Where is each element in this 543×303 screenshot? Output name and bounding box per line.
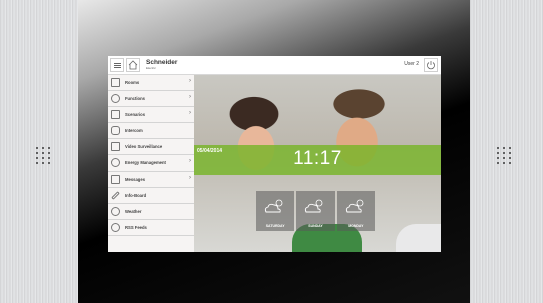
home-button[interactable] <box>126 58 140 72</box>
sidebar-item-label: Rooms <box>125 80 140 85</box>
sidebar-item-energy-management[interactable]: Energy Management › <box>108 155 194 172</box>
home-icon <box>128 60 138 70</box>
sidebar-item-label: Intercom <box>125 128 143 134</box>
sidebar-item-label: RSS Feeds <box>125 224 147 230</box>
envelope-icon <box>111 174 120 184</box>
sidebar-item-weather[interactable]: Weather <box>108 204 194 220</box>
chevron-right-icon: › <box>189 158 191 165</box>
cloud-icon <box>111 206 120 216</box>
sun-cloud-icon <box>305 199 323 213</box>
weather-day-saturday[interactable]: SATURDAY <box>256 191 295 231</box>
sidebar-item-scenarios[interactable]: Scenarios › <box>108 107 194 124</box>
grid-icon <box>111 110 120 120</box>
weather-day-sunday[interactable]: SUNDAY <box>296 191 335 231</box>
user-label: User 2 <box>404 61 419 67</box>
menu-button[interactable] <box>110 58 124 72</box>
sidebar-item-functions[interactable]: Functions › <box>108 91 194 108</box>
touch-panel-device: Schneider Electric User 2 Rooms › Functi… <box>0 0 543 303</box>
power-icon <box>427 61 435 70</box>
weather-forecast: SATURDAY SUNDAY MONDAY <box>256 191 375 231</box>
bulb-icon <box>111 94 120 104</box>
sun-cloud-icon <box>345 199 364 213</box>
right-speaker-grille <box>497 147 511 164</box>
sidebar-item-video-surveillance[interactable]: Video Surveillance <box>108 139 194 156</box>
left-speaker-grille <box>36 147 50 164</box>
chevron-right-icon: › <box>189 174 191 181</box>
sidebar-item-label: Scenarios <box>125 112 146 118</box>
clock-band: 05/04/2014 11:17 <box>194 145 441 175</box>
weather-day-label: SATURDAY <box>265 224 285 228</box>
sun-cloud-icon <box>264 199 283 213</box>
weather-day-monday[interactable]: MONDAY <box>336 191 375 231</box>
sidebar-menu: Rooms › Functions › Scenarios › Intercom… <box>108 75 194 252</box>
sidebar-item-label: Energy Management <box>125 160 166 166</box>
screen: Schneider Electric User 2 Rooms › Functi… <box>108 56 441 252</box>
sidebar-item-label: Functions <box>125 96 146 102</box>
camera-icon <box>111 142 120 152</box>
chevron-right-icon: › <box>189 110 191 117</box>
chevron-right-icon: › <box>189 94 191 101</box>
sidebar-item-label: Messages <box>125 176 146 182</box>
phone-icon <box>111 126 120 136</box>
rss-icon <box>111 222 120 232</box>
logout-button[interactable] <box>424 58 438 72</box>
time-display: 11:17 <box>293 148 342 169</box>
weather-day-label: MONDAY <box>348 224 364 228</box>
sidebar-item-label: Info-Board <box>125 192 147 198</box>
left-metal-frame <box>0 0 78 303</box>
top-bar: Schneider Electric User 2 <box>108 56 441 75</box>
sidebar-item-rooms[interactable]: Rooms › <box>108 75 194 92</box>
sidebar-item-intercom[interactable]: Intercom <box>108 123 194 140</box>
gear-icon <box>111 158 120 168</box>
right-metal-frame <box>470 0 543 303</box>
sidebar-item-rss-feeds[interactable]: RSS Feeds <box>108 220 194 236</box>
pen-icon <box>111 190 120 200</box>
floorplan-icon <box>111 78 120 87</box>
weather-day-label: SUNDAY <box>308 224 323 228</box>
chevron-right-icon: › <box>189 78 191 84</box>
sidebar-item-label: Video Surveillance <box>125 144 163 150</box>
sidebar-item-info-board[interactable]: Info-Board <box>108 188 194 204</box>
sidebar-item-label: Weather <box>125 208 142 214</box>
sidebar-item-messages[interactable]: Messages › <box>108 172 194 188</box>
schneider-logo: Schneider Electric <box>146 59 178 70</box>
